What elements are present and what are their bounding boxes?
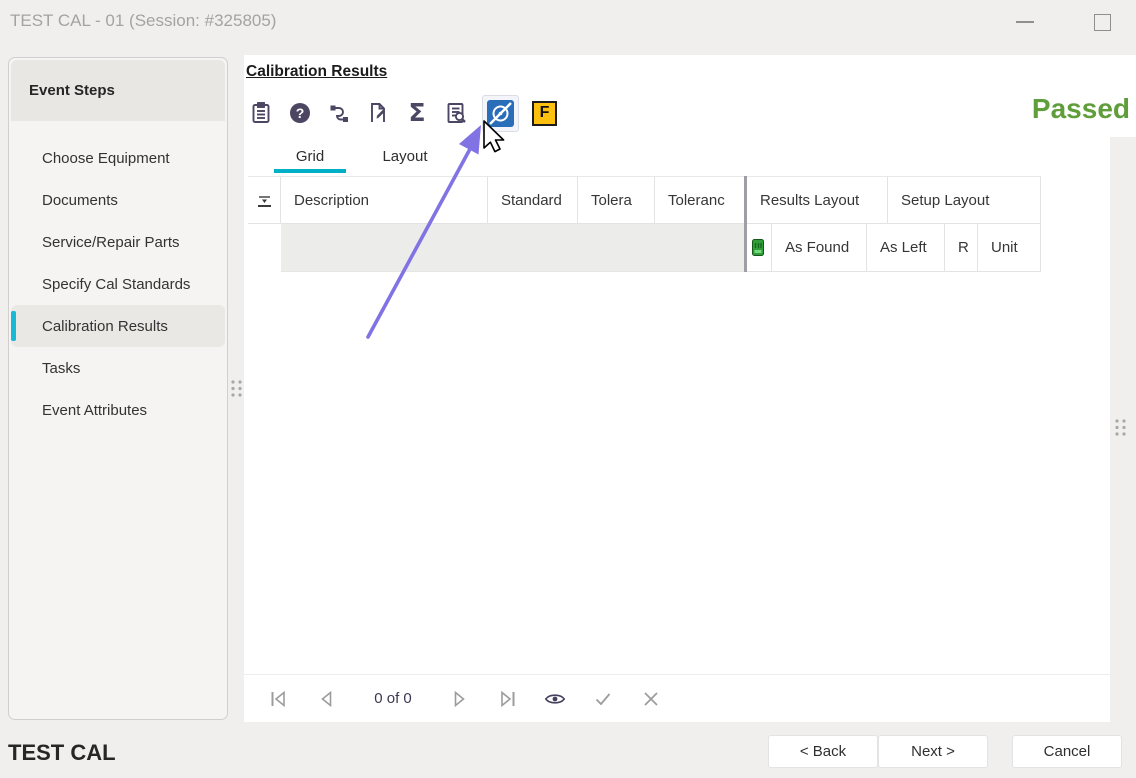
- column-header-tolerance2[interactable]: Toleranc: [655, 176, 744, 224]
- first-page-icon[interactable]: [267, 687, 291, 711]
- equipment-gauge-icon: [752, 239, 764, 256]
- subcolumn-header-r[interactable]: R: [945, 224, 978, 272]
- sidebar-item-documents[interactable]: Documents: [9, 179, 227, 221]
- cancel-button[interactable]: Cancel: [1012, 735, 1122, 768]
- column-header-tolerance1[interactable]: Tolera: [578, 176, 655, 224]
- next-button[interactable]: Next >: [878, 735, 988, 768]
- column-label: Tolera: [591, 192, 632, 209]
- column-label: Standard: [501, 192, 562, 209]
- splitter-handle-left[interactable]: [229, 379, 244, 398]
- sidebar-header: Event Steps: [11, 60, 225, 121]
- sidebar-item-label: Specify Cal Standards: [42, 276, 190, 293]
- edit-document-icon[interactable]: [365, 100, 391, 126]
- sigma-glyph: Σ: [408, 101, 425, 125]
- tab-grid[interactable]: Grid: [260, 137, 360, 175]
- next-page-icon[interactable]: [447, 687, 471, 711]
- group-label: Setup Layout: [901, 192, 989, 209]
- sidebar-item-label: Choose Equipment: [42, 150, 170, 167]
- splitter-handle-right[interactable]: [1113, 418, 1128, 437]
- auto-filter-icon: [255, 191, 274, 210]
- preview-document-icon[interactable]: [443, 100, 469, 126]
- sidebar-item-label: Tasks: [42, 360, 80, 377]
- group-header-setup-layout[interactable]: Setup Layout: [888, 176, 1041, 224]
- column-header-standard[interactable]: Standard: [488, 176, 578, 224]
- subcolumn-header-gauge[interactable]: [747, 224, 772, 272]
- tab-label: Grid: [296, 148, 324, 165]
- status-badge: Passed: [1030, 93, 1130, 125]
- preview-eye-icon[interactable]: [543, 687, 567, 711]
- selected-indicator-bar: [11, 311, 16, 341]
- sidebar-item-label: Event Attributes: [42, 402, 147, 419]
- row-indicator-column-header[interactable]: [248, 176, 281, 224]
- grid-header: Description Standard Tolera Toleranc Res…: [248, 176, 1041, 272]
- sidebar-item-calibration-results[interactable]: Calibration Results: [11, 305, 225, 347]
- help-icon[interactable]: ?: [287, 100, 313, 126]
- column-header-description[interactable]: Description: [281, 176, 488, 224]
- subcolumn-header-unit[interactable]: Unit: [978, 224, 1041, 272]
- minimize-icon[interactable]: [1016, 21, 1034, 23]
- column-label: Description: [294, 192, 369, 209]
- svg-text:?: ?: [296, 105, 305, 121]
- sum-sigma-icon[interactable]: Σ: [404, 100, 430, 126]
- pager-position: 0 of 0: [357, 690, 429, 707]
- sidebar-item-event-attributes[interactable]: Event Attributes: [9, 389, 227, 431]
- maximize-icon[interactable]: [1094, 14, 1111, 31]
- grid-pager: 0 of 0: [244, 674, 1110, 722]
- back-button[interactable]: < Back: [768, 735, 878, 768]
- sidebar-item-choose-equipment[interactable]: Choose Equipment: [9, 137, 227, 179]
- f-glyph: F: [540, 104, 550, 122]
- tab-layout[interactable]: Layout: [360, 137, 450, 175]
- column-label: As Found: [785, 239, 849, 256]
- sidebar-item-service-repair-parts[interactable]: Service/Repair Parts: [9, 221, 227, 263]
- column-label: As Left: [880, 239, 927, 256]
- subcolumn-header-as-left[interactable]: As Left: [867, 224, 945, 272]
- sidebar-nav: Choose Equipment Documents Service/Repai…: [9, 137, 227, 431]
- sidebar-item-label: Documents: [42, 192, 118, 209]
- row-indicator-spacer: [248, 224, 281, 272]
- tab-bar: Grid Layout: [244, 137, 1110, 175]
- clipboard-icon[interactable]: [248, 100, 274, 126]
- sidebar-item-specify-cal-standards[interactable]: Specify Cal Standards: [9, 263, 227, 305]
- group-header-results-layout[interactable]: Results Layout: [747, 176, 888, 224]
- function-f-icon[interactable]: F: [532, 101, 557, 126]
- column-label: R: [958, 239, 969, 256]
- column-label: Toleranc: [668, 192, 725, 209]
- cancel-x-icon[interactable]: [639, 687, 663, 711]
- footer-session-title: TEST CAL: [8, 740, 116, 766]
- subcolumn-header-as-found[interactable]: As Found: [772, 224, 867, 272]
- sidebar-item-tasks[interactable]: Tasks: [9, 347, 227, 389]
- group-label: Results Layout: [760, 192, 859, 209]
- column-label: Unit: [991, 239, 1018, 256]
- event-steps-panel: Event Steps Choose Equipment Documents S…: [8, 57, 228, 720]
- toolbar: ? Σ F: [248, 94, 557, 132]
- confirm-check-icon[interactable]: [591, 687, 615, 711]
- page-title: Calibration Results: [246, 63, 387, 81]
- sidebar-item-label: Calibration Results: [42, 318, 168, 335]
- tab-label: Layout: [382, 148, 427, 165]
- previous-page-icon[interactable]: [315, 687, 339, 711]
- last-page-icon[interactable]: [495, 687, 519, 711]
- window-title: TEST CAL - 01 (Session: #325805): [10, 11, 276, 31]
- sidebar-item-label: Service/Repair Parts: [42, 234, 180, 251]
- filter-row-empty-cell[interactable]: [281, 224, 744, 272]
- fixed-column-divider[interactable]: [744, 176, 747, 272]
- gauge-icon: [487, 100, 514, 127]
- connector-route-icon[interactable]: [326, 100, 352, 126]
- gauge-toolbar-button[interactable]: [482, 95, 519, 132]
